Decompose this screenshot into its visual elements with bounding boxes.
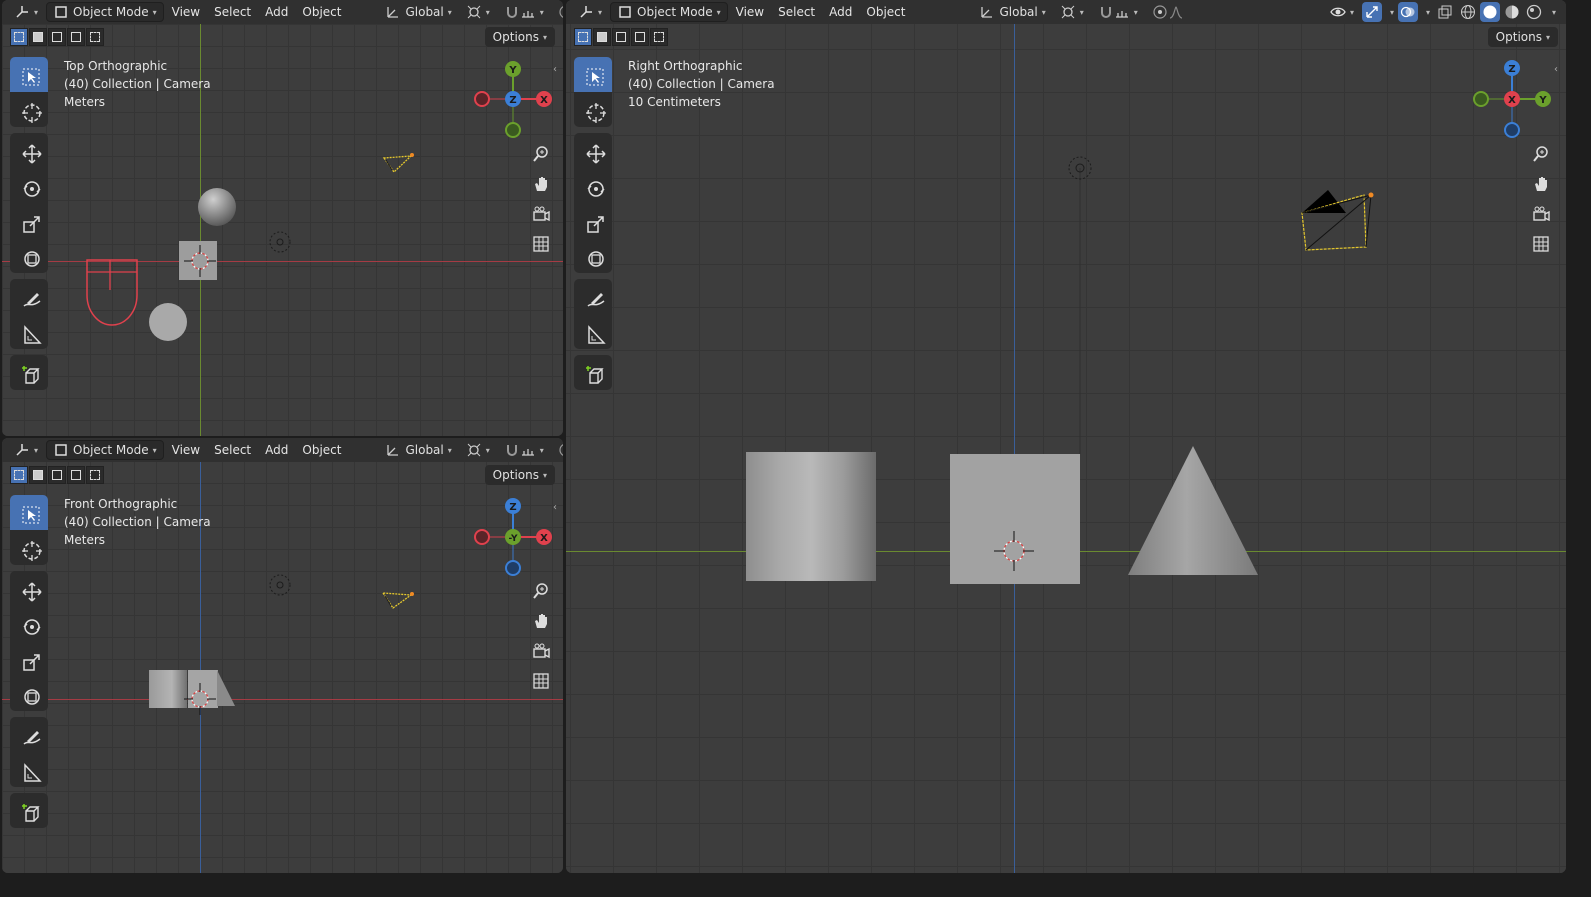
mouse-shape-object[interactable] (86, 259, 138, 326)
scene-objects (86, 153, 414, 341)
status-bar (0, 883, 1591, 897)
viewport-right[interactable]: ▾ Object Mode ▾ View Select Add Object Gl… (566, 0, 1566, 873)
cone-object[interactable] (198, 188, 236, 226)
cone-object[interactable] (217, 670, 235, 706)
viewport-top[interactable]: ▾ Object Mode ▾ View Select Add Object Gl… (2, 0, 563, 436)
cone-object[interactable] (1128, 446, 1258, 575)
cylinder-object[interactable] (746, 452, 876, 581)
camera-object[interactable] (1301, 190, 1374, 251)
viewport-front[interactable]: ▾ Object Mode ▾ View Select Add Object Gl… (2, 438, 563, 873)
scene-objects (149, 574, 414, 715)
cylinder-object[interactable] (149, 303, 187, 341)
camera-object[interactable] (381, 592, 414, 609)
cylinder-object[interactable] (149, 670, 187, 708)
light-object[interactable] (269, 231, 291, 253)
cube-object[interactable] (950, 454, 1080, 584)
light-object[interactable] (269, 574, 291, 596)
camera-object[interactable] (382, 153, 414, 173)
scene-objects (746, 156, 1374, 584)
